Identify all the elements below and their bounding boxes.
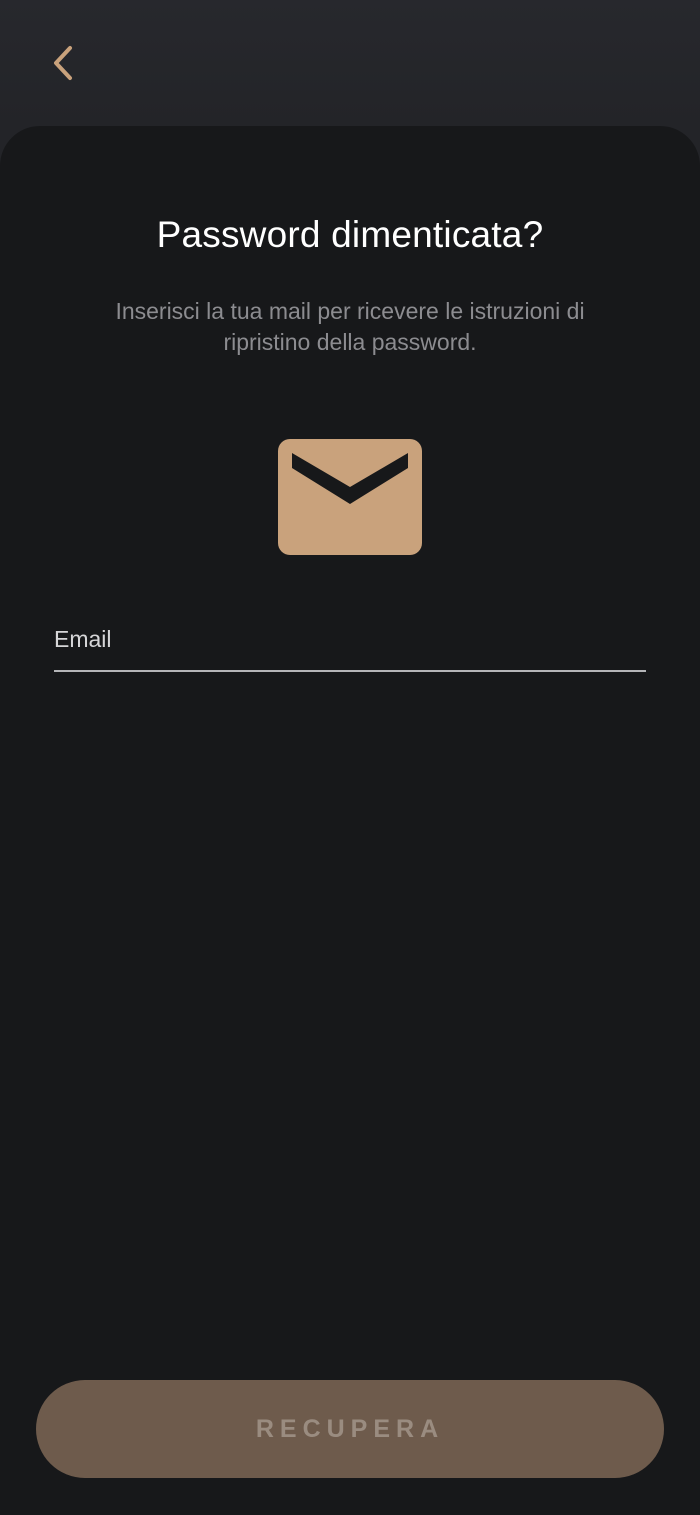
forgot-password-screen: Password dimenticata? Inserisci la tua m…	[0, 0, 700, 1515]
recover-button-label: RECUPERA	[255, 1414, 445, 1443]
page-subtitle: Inserisci la tua mail per ricevere le is…	[115, 298, 585, 355]
email-input[interactable]	[54, 612, 646, 653]
content-sheet: Password dimenticata? Inserisci la tua m…	[0, 126, 700, 1515]
back-button[interactable]	[36, 36, 90, 90]
recover-button[interactable]: RECUPERA	[36, 1380, 664, 1478]
page-title: Password dimenticata?	[156, 214, 544, 255]
email-field[interactable]	[54, 612, 646, 672]
top-bar	[0, 0, 700, 126]
envelope-icon	[278, 439, 422, 555]
chevron-left-icon	[54, 46, 72, 80]
